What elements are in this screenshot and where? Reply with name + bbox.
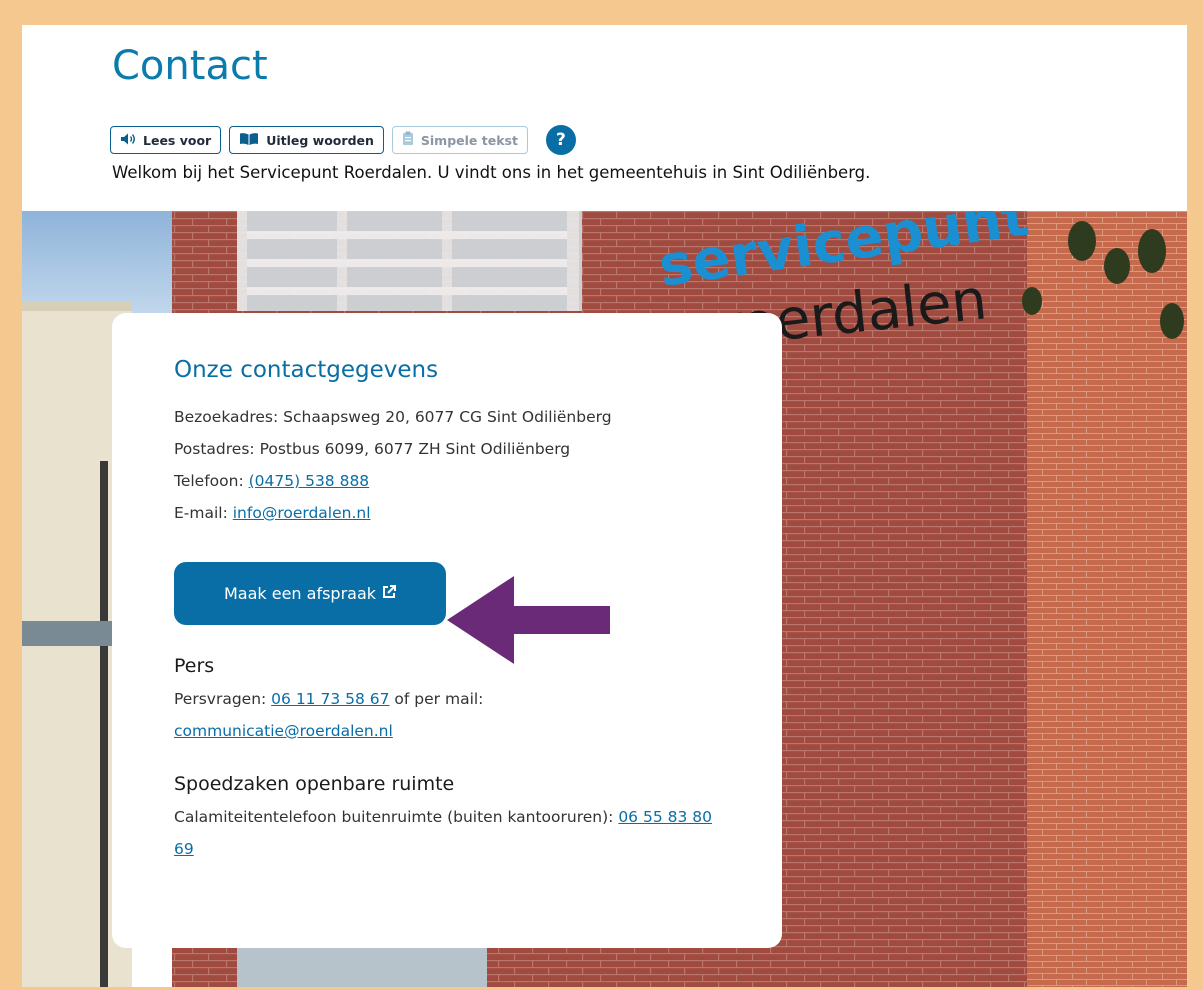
visit-address: Bezoekadres: Schaapsweg 20, 6077 CG Sint… — [174, 401, 722, 433]
external-link-icon — [382, 584, 397, 603]
welcome-text: Welkom bij het Servicepunt Roerdalen. U … — [112, 163, 871, 182]
press-label: Persvragen: — [174, 690, 272, 708]
press-section: Pers Persvragen: 06 11 73 58 67 of per m… — [174, 655, 722, 747]
clipboard-icon — [402, 131, 414, 149]
email-label: E-mail: — [174, 504, 233, 522]
postal-address: Postadres: Postbus 6099, 6077 ZH Sint Od… — [174, 433, 722, 465]
simple-text-button[interactable]: Simpele tekst — [391, 126, 528, 154]
make-appointment-label: Maak een afspraak — [223, 584, 377, 603]
press-between-text: of per mail: — [389, 690, 484, 708]
email-line: E-mail: info@roerdalen.nl — [174, 497, 722, 529]
emergency-heading: Spoedzaken openbare ruimte — [174, 773, 455, 795]
phone-line: Telefoon: (0475) 538 888 — [174, 465, 722, 497]
read-aloud-button[interactable]: Lees voor — [110, 126, 222, 154]
phone-link[interactable]: (0475) 538 888 — [249, 472, 370, 490]
explain-words-label: Uitleg woorden — [266, 132, 374, 148]
phone-label: Telefoon: — [174, 472, 249, 490]
book-icon — [239, 132, 259, 149]
postal-address-label: Postadres: — [174, 440, 260, 458]
simple-text-label: Simpele tekst — [420, 132, 518, 148]
press-phone-link[interactable]: 06 11 73 58 67 — [271, 690, 389, 708]
help-button[interactable]: ? — [545, 125, 576, 155]
visit-address-value: Schaapsweg 20, 6077 CG Sint Odiliënberg — [283, 408, 612, 426]
contact-heading: Onze contactgegevens — [174, 357, 439, 383]
press-text: Persvragen: 06 11 73 58 67 of per mail: … — [174, 683, 722, 747]
emergency-text: Calamiteitentelefoon buitenruimte (buite… — [174, 801, 722, 865]
read-aloud-label: Lees voor — [143, 132, 212, 148]
accessibility-toolbar: Lees voor Uitleg woorden Simpele tekst ? — [110, 125, 576, 155]
page-frame: Contact Lees voor Uitleg woorden Simpele… — [22, 25, 1187, 987]
page-title: Contact — [112, 43, 268, 89]
visit-address-label: Bezoekadres: — [174, 408, 284, 426]
emergency-label: Calamiteitentelefoon buitenruimte (buite… — [174, 808, 619, 826]
postal-address-value: Postbus 6099, 6077 ZH Sint Odiliënberg — [259, 440, 571, 458]
explain-words-button[interactable]: Uitleg woorden — [229, 126, 384, 154]
make-appointment-button[interactable]: Maak een afspraak — [174, 562, 446, 625]
emergency-section: Spoedzaken openbare ruimte Calamiteitent… — [174, 773, 722, 865]
email-link[interactable]: info@roerdalen.nl — [233, 504, 371, 522]
annotation-arrow-icon — [447, 576, 610, 664]
speaker-icon — [120, 132, 136, 149]
press-email-link[interactable]: communicatie@roerdalen.nl — [174, 722, 393, 740]
